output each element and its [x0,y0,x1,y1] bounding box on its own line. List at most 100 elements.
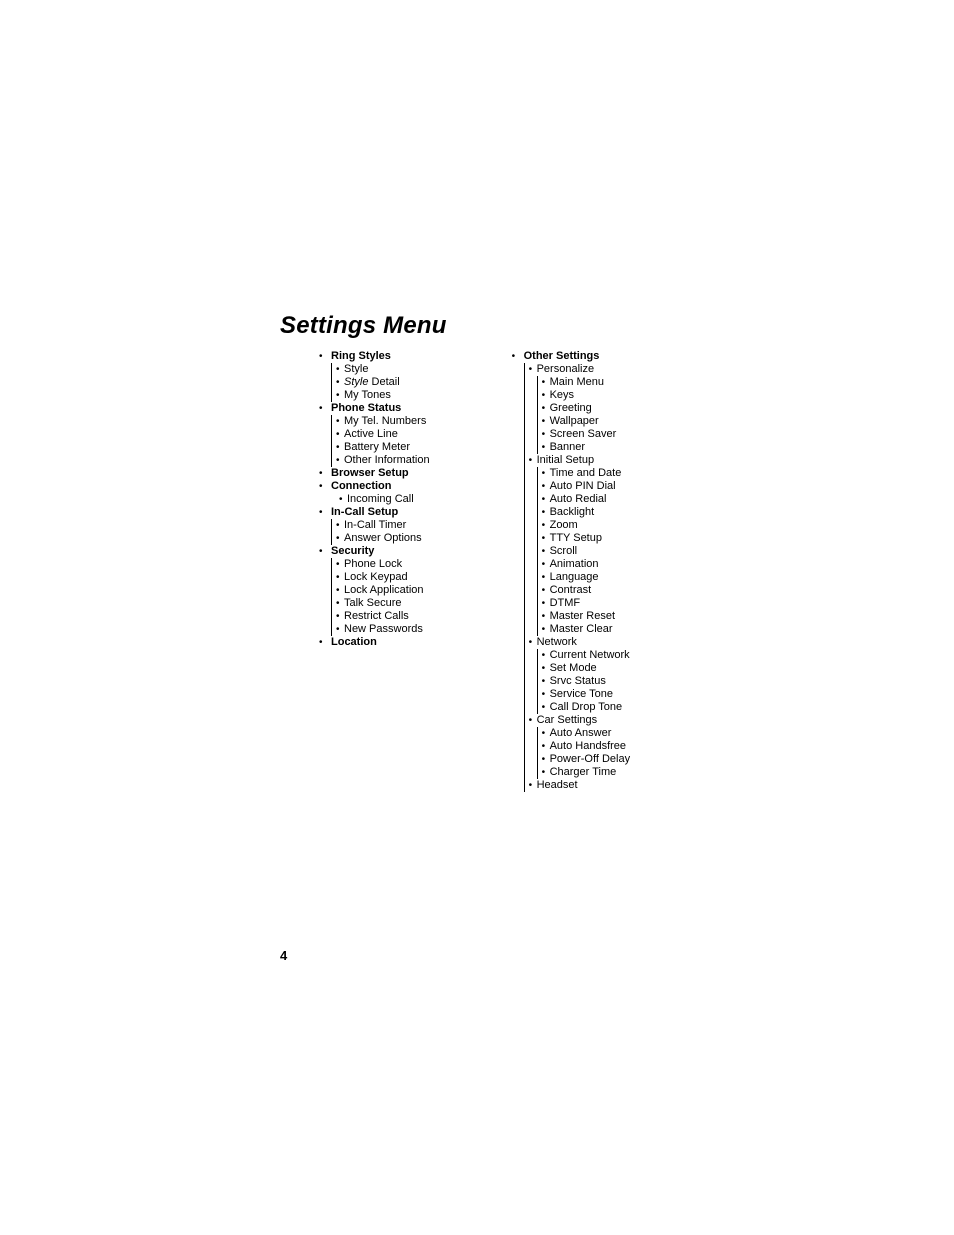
menu-item-label: Battery Meter [344,441,410,453]
menu-item-label: Car Settings [537,714,598,726]
menu-item: Scroll [538,545,631,558]
menu-item: TTY Setup [538,532,631,545]
menu-item: Call Drop Tone [538,701,631,714]
menu-item-label: Service Tone [550,688,613,700]
submenu: Main MenuKeysGreetingWallpaperScreen Sav… [537,376,631,454]
menu-item-label: Talk Secure [344,597,401,609]
submenu: Time and DateAuto PIN DialAuto RedialBac… [537,467,631,636]
menu-item-label: Power-Off Delay [550,753,631,765]
menu-item-label: Screen Saver [550,428,617,440]
menu-item: Car SettingsAuto AnswerAuto HandsfreePow… [525,714,631,779]
menu-item: Ring StylesStyleStyle DetailMy Tones [323,350,430,402]
menu-item: My Tones [332,389,430,402]
menu-item: Language [538,571,631,584]
menu-item: Greeting [538,402,631,415]
submenu: In-Call TimerAnswer Options [331,519,430,545]
menu-item: Master Reset [538,610,631,623]
menu-item: Browser Setup [323,467,430,480]
menu-item-label: Greeting [550,402,592,414]
menu-item-label: In-Call Timer [344,519,406,531]
menu-item: Lock Keypad [332,571,430,584]
menu-item-label: Wallpaper [550,415,599,427]
menu-item: Keys [538,389,631,402]
submenu: Current NetworkSet ModeSrvc StatusServic… [537,649,631,714]
menu-item-label: My Tones [344,389,391,401]
menu-item-label: Active Line [344,428,398,440]
menu-item: Other SettingsPersonalizeMain MenuKeysGr… [516,350,631,792]
menu-item-label: Personalize [537,363,594,375]
menu-item: Charger Time [538,766,631,779]
submenu: My Tel. NumbersActive LineBattery MeterO… [331,415,430,467]
menu-item-label: Phone Status [331,402,401,414]
menu-item: Power-Off Delay [538,753,631,766]
menu-item: Phone StatusMy Tel. NumbersActive LineBa… [323,402,430,467]
menu-item: Lock Application [332,584,430,597]
menu-item: Active Line [332,428,430,441]
menu-item: In-Call Timer [332,519,430,532]
menu-item-label: Security [331,545,374,557]
page-number: 4 [280,948,287,963]
menu-item: Set Mode [538,662,631,675]
menu-item-label: Other Settings [524,350,600,362]
menu-item-label: Zoom [550,519,578,531]
menu-item-label: Call Drop Tone [550,701,623,713]
menu-item: DTMF [538,597,631,610]
menu-item-label: Restrict Calls [344,610,409,622]
menu-item-label: Location [331,636,377,648]
column-right: Other SettingsPersonalizeMain MenuKeysGr… [516,350,631,792]
menu-item: Talk Secure [332,597,430,610]
menu-item: Phone Lock [332,558,430,571]
menu-item-label: Incoming Call [347,493,414,505]
menu-item: Battery Meter [332,441,430,454]
menu-item: ConnectionIncoming Call [323,480,430,506]
menu-item: NetworkCurrent NetworkSet ModeSrvc Statu… [525,636,631,714]
menu-item: Location [323,636,430,649]
menu-item-label: Other Information [344,454,430,466]
menu-item: Service Tone [538,688,631,701]
menu-item-label: Headset [537,779,578,791]
menu-item-label: Initial Setup [537,454,594,466]
menu-item-label: Master Reset [550,610,615,622]
menu-item-label: Phone Lock [344,558,402,570]
menu-item-label: Auto Handsfree [550,740,626,752]
menu-item: Banner [538,441,631,454]
menu-item: SecurityPhone LockLock KeypadLock Applic… [323,545,430,636]
menu-item-label: Set Mode [550,662,597,674]
menu-item-label: Connection [331,480,392,492]
menu-item: Auto Handsfree [538,740,631,753]
menu-item: Time and Date [538,467,631,480]
menu-item-label: Lock Application [344,584,424,596]
menu-item-label: Style Detail [344,376,400,388]
menu-item-label: In-Call Setup [331,506,398,518]
menu-item-label: Lock Keypad [344,571,408,583]
menu-item: Incoming Call [335,493,430,506]
menu-item-label: Contrast [550,584,592,596]
menu-item-label: Browser Setup [331,467,409,479]
menu-item-label: Keys [550,389,574,401]
menu-item: Style [332,363,430,376]
menu-item: Contrast [538,584,631,597]
menu-item: Screen Saver [538,428,631,441]
menu-item-label: Animation [550,558,599,570]
menu-item: My Tel. Numbers [332,415,430,428]
menu-tree-left: Ring StylesStyleStyle DetailMy TonesPhon… [323,350,430,649]
menu-item-label: DTMF [550,597,581,609]
menu-item-label: Style [344,363,368,375]
menu-item-label: Scroll [550,545,578,557]
menu-item: Initial SetupTime and DateAuto PIN DialA… [525,454,631,636]
menu-item-label: Backlight [550,506,595,518]
menu-item: Answer Options [332,532,430,545]
menu-item: New Passwords [332,623,430,636]
menu-item: Wallpaper [538,415,631,428]
page-title: Settings Menu [280,312,447,340]
menu-item-label: My Tel. Numbers [344,415,426,427]
menu-item: Auto Answer [538,727,631,740]
submenu: Phone LockLock KeypadLock ApplicationTal… [331,558,430,636]
menu-item-label: Main Menu [550,376,604,388]
menu-item-label: Auto Redial [550,493,607,505]
menu-item-label: TTY Setup [550,532,602,544]
menu-item-label: Answer Options [344,532,422,544]
submenu: Auto AnswerAuto HandsfreePower-Off Delay… [537,727,631,779]
menu-item-label: Auto PIN Dial [550,480,616,492]
submenu: PersonalizeMain MenuKeysGreetingWallpape… [524,363,631,792]
